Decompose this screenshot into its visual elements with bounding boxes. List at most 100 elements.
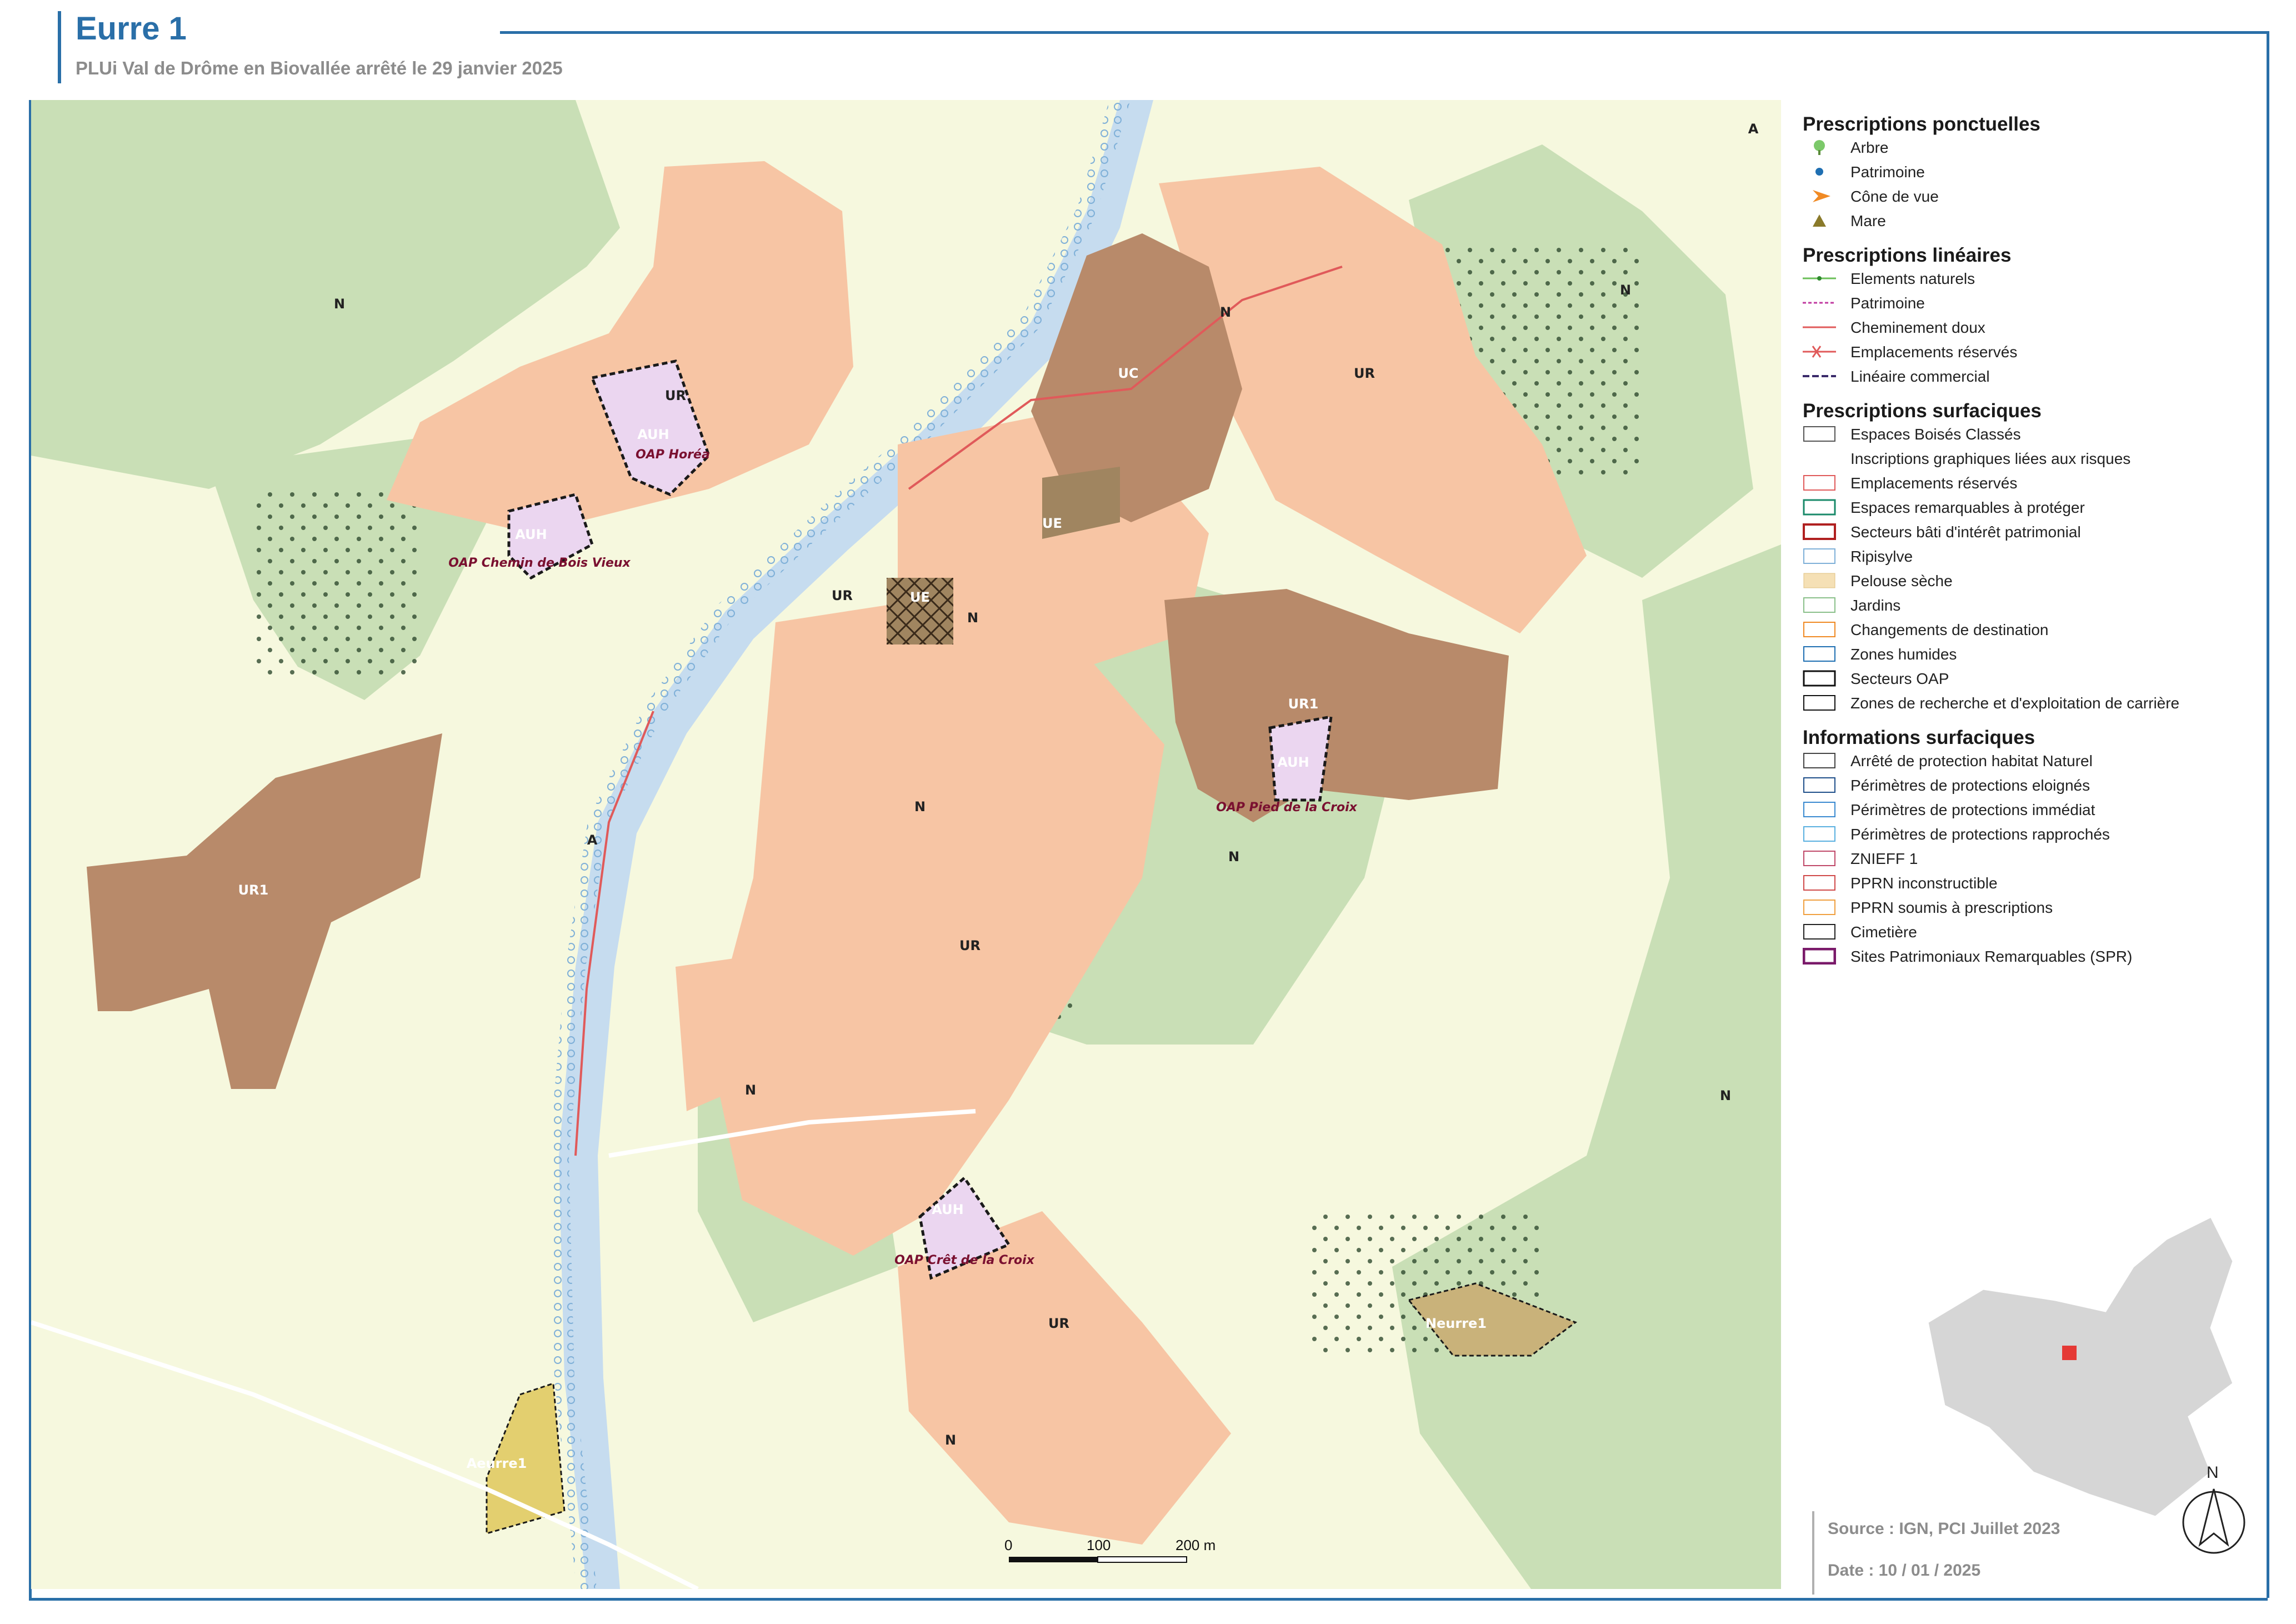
legend-item: Secteurs bâti d'intérêt patrimonial <box>1803 523 2258 548</box>
legend: Prescriptions ponctuelles Arbre Patrimoine… <box>1802 106 2258 972</box>
date-text: Date : 10 / 01 / 2025 <box>1828 1561 1981 1580</box>
oap-label: OAP Pied de la Croix <box>1216 801 1358 815</box>
legend-item: Cheminement doux <box>1803 319 2258 343</box>
zone-label: N <box>1220 304 1231 320</box>
frame-top-line <box>500 31 2267 34</box>
legend-item: Zones humides <box>1803 646 2258 670</box>
legend-item-label: Emplacements réservés <box>1850 474 2018 492</box>
legend-item: Patrimoine <box>1803 294 2258 319</box>
dry-lawn-icon <box>1803 572 1836 589</box>
legend-item-label: Ripisylve <box>1850 548 1913 565</box>
destination-change-icon <box>1803 621 1836 638</box>
legend-item: Patrimoine <box>1803 163 2258 188</box>
legend-item: Inscriptions graphiques liées aux risque… <box>1803 450 2258 474</box>
zone-label: UR <box>665 388 686 403</box>
legend-section-title: Prescriptions linéaires <box>1803 244 2012 266</box>
zone-label: UR <box>1354 366 1375 381</box>
locator-highlight <box>2062 1346 2077 1360</box>
special-zone-label: Neurre1 <box>1425 1316 1487 1331</box>
legend-item-label: Secteurs bâti d'intérêt patrimonial <box>1850 523 2081 541</box>
legend-item: Espaces remarquables à protéger <box>1803 499 2258 523</box>
map-title: Eurre 1 <box>76 11 187 47</box>
legend-item: Périmètres de protections rapprochés <box>1803 826 2258 850</box>
legend-item-label: Patrimoine <box>1850 163 1925 181</box>
legend-item-label: Arrêté de protection habitat Naturel <box>1850 752 2093 769</box>
pprn-unbuildable-icon <box>1803 875 1836 891</box>
reserved-area-icon <box>1803 474 1836 491</box>
risk-dots-icon <box>1803 450 1836 467</box>
legend-item-label: Inscriptions graphiques liées aux risque… <box>1850 450 2131 467</box>
legend-item: Emplacements réservés <box>1803 474 2258 499</box>
zone-label: UE <box>910 589 930 605</box>
zone-label: N <box>914 799 926 815</box>
legend-section-title: Prescriptions surfaciques <box>1803 400 2042 422</box>
legend-item-label: PPRN inconstructible <box>1850 875 1998 892</box>
gardens-icon <box>1803 597 1836 613</box>
legend-item-label: Périmètres de protections eloignés <box>1850 777 2090 794</box>
zone-label: A <box>587 832 598 848</box>
legend-item-label: Espaces remarquables à protéger <box>1850 499 2085 516</box>
natural-zone-west-woods-ebc <box>253 489 420 678</box>
heritage-dot-icon <box>1803 163 1836 180</box>
zone-label: AUH <box>515 527 547 542</box>
legend-item-label: Arbre <box>1850 139 1889 156</box>
frame-right-line <box>2267 31 2269 1598</box>
close-protection-icon <box>1803 826 1836 842</box>
legend-item-label: Cône de vue <box>1850 188 1939 205</box>
legend-item-label: Patrimoine <box>1850 294 1925 312</box>
zone-label: UR1 <box>1288 696 1319 712</box>
legend-item: PPRN soumis à prescriptions <box>1803 899 2258 923</box>
zoning-map[interactable]: N N N N N N N N N A A UR UR UR UR UR UC UE UE UR1 UR1 AUH AUH A… <box>31 100 1781 1589</box>
scale-label-200: 200 m <box>1175 1537 1215 1553</box>
reserved-line-icon <box>1803 343 1836 360</box>
pond-triangle-icon <box>1803 212 1836 229</box>
legend-item: Emplacements réservés <box>1803 343 2258 368</box>
zone-label: N <box>334 296 345 312</box>
source-text: Source : IGN, PCI Juillet 2023 <box>1828 1520 2060 1538</box>
urban-zone-UE-hatched-pattern <box>887 578 953 644</box>
legend-item: Jardins <box>1803 597 2258 621</box>
legend-item: Arrêté de protection habitat Naturel <box>1803 752 2258 777</box>
legend-item-label: Emplacements réservés <box>1850 343 2018 361</box>
zone-label: N <box>1228 849 1239 865</box>
wetland-icon <box>1803 646 1836 662</box>
view-cone-icon <box>1803 188 1836 204</box>
zone-label: N <box>945 1432 956 1448</box>
legend-item-label: Mare <box>1850 212 1886 229</box>
legend-item: Périmètres de protections eloignés <box>1803 777 2258 801</box>
footer-divider <box>1812 1511 1814 1595</box>
zone-label: N <box>1720 1088 1731 1103</box>
cemetery-icon <box>1803 923 1836 940</box>
soft-path-line-icon <box>1803 319 1836 336</box>
legend-item: Zones de recherche et d'exploitation de … <box>1803 694 2258 719</box>
legend-item-label: Changements de destination <box>1850 621 2049 638</box>
oap-label: OAP Crêt de la Croix <box>894 1253 1035 1267</box>
oap-sector-icon <box>1803 670 1836 687</box>
legend-item: ZNIEFF 1 <box>1803 850 2258 875</box>
zone-label: N <box>1620 282 1631 298</box>
north-label: N <box>2207 1463 2219 1482</box>
special-zone-label: Aeurre1 <box>467 1456 527 1471</box>
frame-bottom-line <box>29 1598 2268 1601</box>
zone-label: UR <box>959 938 981 953</box>
legend-item-label: PPRN soumis à prescriptions <box>1850 899 2053 916</box>
legend-item: Ripisylve <box>1803 548 2258 572</box>
legend-item-label: Elements naturels <box>1850 270 1975 287</box>
legend-item: PPRN inconstructible <box>1803 875 2258 899</box>
zone-label: N <box>745 1082 756 1098</box>
pprn-prescriptions-icon <box>1803 899 1836 916</box>
legend-item-label: Linéaire commercial <box>1850 368 1990 385</box>
map-subtitle: PLUi Val de Drôme en Biovallée arrêté le… <box>76 58 563 78</box>
legend-item: Changements de destination <box>1803 621 2258 646</box>
legend-item: Sites Patrimoniaux Remarquables (SPR) <box>1802 947 2258 972</box>
oap-label: OAP Horéa <box>636 448 710 462</box>
legend-item-label: Zones humides <box>1850 646 1957 663</box>
heritage-sector-icon <box>1803 523 1836 540</box>
zone-label: A <box>1748 121 1759 137</box>
legend-item: Espaces Boisés Classés <box>1803 426 2258 450</box>
zone-label: UE <box>1042 516 1062 531</box>
legend-item-label: Sites Patrimoniaux Remarquables (SPR) <box>1850 948 2133 965</box>
commercial-line-icon <box>1803 368 1836 384</box>
legend-item: Secteurs OAP <box>1803 670 2258 694</box>
zone-label: UR1 <box>238 882 269 898</box>
